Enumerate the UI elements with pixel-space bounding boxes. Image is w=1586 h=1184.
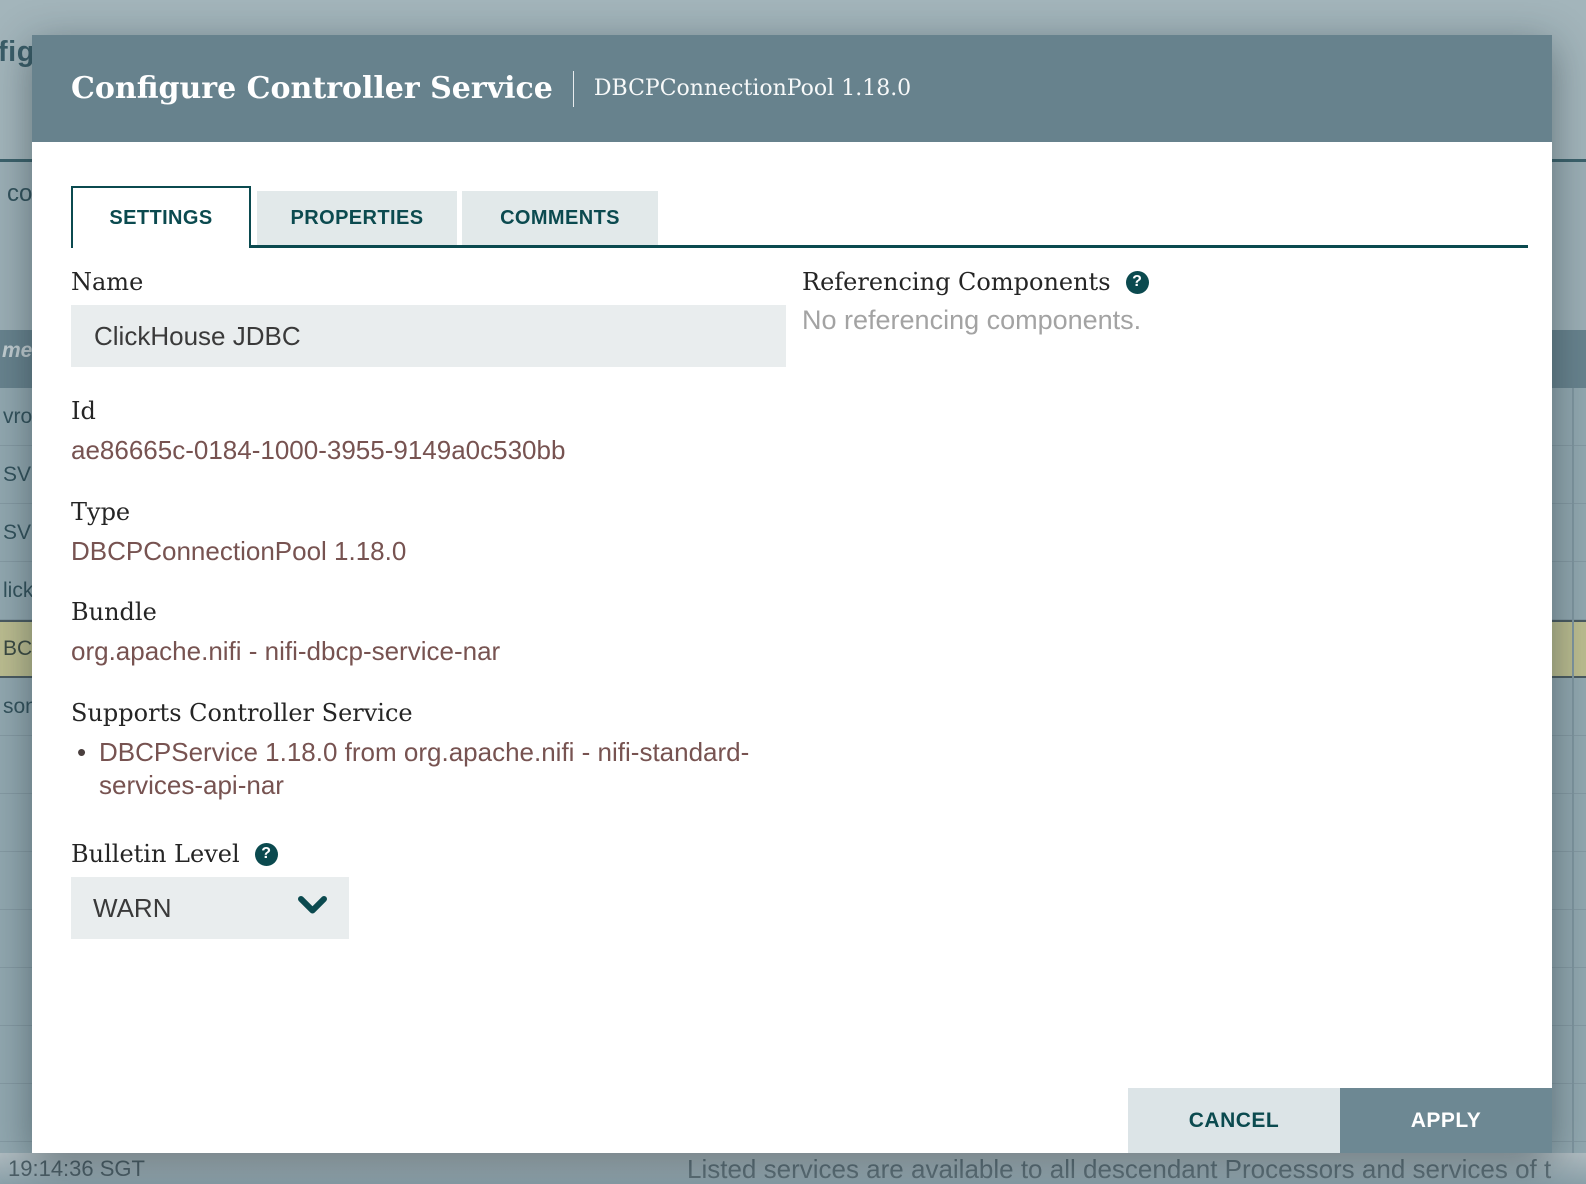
settings-left-column: Name Id ae86665c-0184-1000-3955-9149a0c5…: [71, 268, 786, 939]
supports-controller-service-item: DBCPService 1.18.0 from org.apache.nifi …: [71, 736, 786, 804]
bundle-label: Bundle: [71, 598, 786, 626]
dialog-tab-bar: SETTINGS PROPERTIES COMMENTS: [71, 186, 1528, 248]
title-separator: [573, 71, 574, 107]
tab-properties[interactable]: PROPERTIES: [257, 191, 457, 245]
bundle-value: org.apache.nifi - nifi-dbcp-service-nar: [71, 635, 786, 668]
background-heading-fragment: fig: [0, 36, 35, 69]
supports-controller-service-label: Supports Controller Service: [71, 699, 786, 727]
help-icon[interactable]: ?: [255, 843, 278, 866]
dialog-button-bar: CANCEL APPLY: [1128, 1088, 1552, 1153]
help-icon[interactable]: ?: [1126, 271, 1149, 294]
tab-comments[interactable]: COMMENTS: [462, 191, 658, 245]
referencing-components-empty-text: No referencing components.: [802, 305, 1502, 336]
apply-button[interactable]: APPLY: [1340, 1088, 1552, 1153]
type-value: DBCPConnectionPool 1.18.0: [71, 535, 786, 568]
id-value: ae86665c-0184-1000-3955-9149a0c530bb: [71, 434, 786, 467]
configure-controller-service-dialog: Configure Controller Service DBCPConnect…: [32, 35, 1552, 1153]
id-label: Id: [71, 397, 786, 425]
supports-controller-service-list: DBCPService 1.18.0 from org.apache.nifi …: [71, 736, 786, 804]
status-message: Listed services are available to all des…: [687, 1154, 1551, 1184]
dialog-header: Configure Controller Service DBCPConnect…: [32, 35, 1552, 142]
tab-settings[interactable]: SETTINGS: [71, 186, 251, 248]
cancel-button[interactable]: CANCEL: [1128, 1088, 1340, 1153]
background-table-gridline: [1572, 388, 1574, 1153]
referencing-components-label-row: Referencing Components ?: [802, 268, 1502, 296]
chevron-down-icon: [298, 896, 327, 920]
bulletin-level-dropdown[interactable]: WARN: [71, 877, 349, 939]
status-clock: 19:14:36 SGT: [8, 1156, 145, 1182]
name-label: Name: [71, 268, 786, 296]
tab-underline: [71, 245, 1528, 248]
dialog-title: Configure Controller Service: [71, 71, 553, 106]
bulletin-level-value: WARN: [93, 893, 171, 924]
referencing-components-label: Referencing Components: [802, 268, 1111, 296]
type-label: Type: [71, 498, 786, 526]
dialog-subtitle: DBCPConnectionPool 1.18.0: [594, 76, 911, 101]
background-status-bar: 19:14:36 SGT Listed services are availab…: [0, 1153, 1586, 1184]
background-column-header-fragment: me: [2, 339, 32, 363]
referencing-components-section: Referencing Components ? No referencing …: [802, 268, 1502, 336]
background-tab-fragment: co: [7, 180, 32, 208]
name-input[interactable]: [71, 305, 786, 367]
bulletin-level-label-row: Bulletin Level ?: [71, 840, 786, 868]
bulletin-level-label: Bulletin Level: [71, 840, 240, 868]
